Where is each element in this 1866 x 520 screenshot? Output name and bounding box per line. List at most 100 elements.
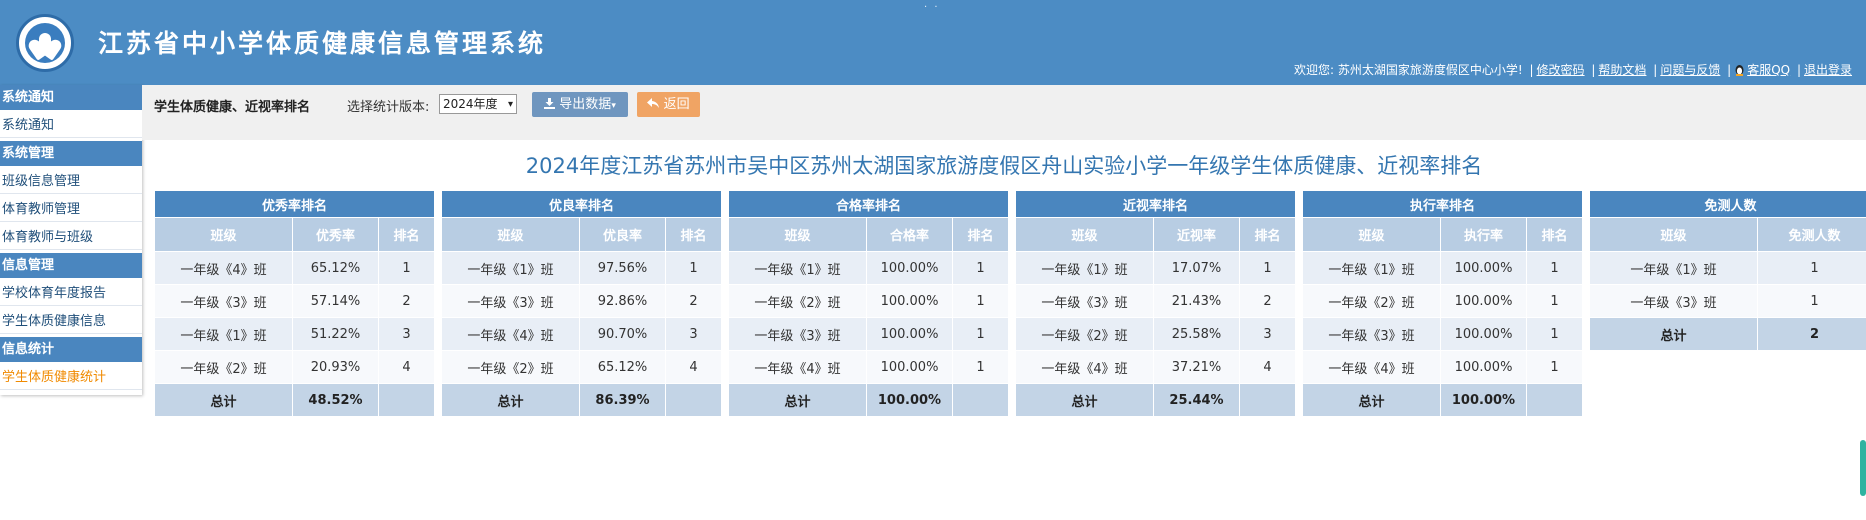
table-cell: 一年级《4》班 — [1302, 350, 1441, 384]
report-title: 2024年度江苏省苏州市吴中区苏州太湖国家旅游度假区舟山实验小学一年级学生体质健… — [525, 154, 1483, 178]
good-rate-table: 优良率排名 班级 优良率 排名 一年级《1》班 97.56% 1 一年级《3》班 92.86% 2… — [440, 190, 723, 417]
table-row: 一年级《3》班 21.43% 2 — [1015, 284, 1297, 318]
total-cell: 100.00% — [866, 383, 953, 417]
table-cell: 100.00% — [1440, 251, 1527, 285]
table-row: 一年级《1》班 1 — [1589, 251, 1866, 285]
sidebar-item-pe-teacher[interactable]: 体育教师管理 — [0, 197, 142, 222]
table-cell: 92.86% — [579, 284, 666, 318]
logout-link[interactable]: 退出登录 — [1804, 63, 1852, 77]
total-cell: 总计 — [728, 383, 867, 417]
column-header: 优良率 — [579, 217, 666, 252]
export-data-button[interactable]: 导出数据▾ — [532, 92, 628, 117]
table-cell: 3 — [1238, 317, 1297, 351]
nav-section-stats[interactable]: 信息统计 — [0, 337, 142, 362]
table-cell: 1 — [1756, 284, 1866, 318]
column-header: 优秀率 — [292, 217, 379, 252]
top-dots: · · — [924, 2, 940, 13]
table-caption: 优良率排名 — [440, 190, 723, 218]
table-cell: 一年级《3》班 — [441, 284, 580, 318]
table-cell: 一年级《2》班 — [441, 350, 580, 384]
table-cell: 一年级《2》班 — [728, 284, 867, 318]
version-label: 选择统计版本: — [347, 100, 430, 115]
back-arrow-icon — [647, 98, 660, 108]
table-row: 一年级《4》班 37.21% 4 — [1015, 350, 1297, 384]
table-cell: 一年级《3》班 — [1589, 284, 1758, 318]
table-cell: 一年级《3》班 — [1302, 317, 1441, 351]
table-cell: 21.43% — [1153, 284, 1240, 318]
table-row: 一年级《3》班 92.86% 2 — [441, 284, 723, 318]
version-select[interactable]: 2024年度 ▾ — [439, 94, 517, 114]
column-header: 近视率 — [1153, 217, 1240, 252]
table-cell: 4 — [664, 350, 723, 384]
total-cell: 48.52% — [292, 383, 379, 417]
total-cell — [664, 383, 723, 417]
sidebar-item-notice[interactable]: 系统通知 — [0, 113, 142, 138]
table-cell: 65.12% — [292, 251, 379, 285]
table-caption: 合格率排名 — [727, 190, 1010, 218]
table-row: 一年级《1》班 17.07% 1 — [1015, 251, 1297, 285]
column-header: 排名 — [664, 217, 723, 252]
sidebar-item-annual-report[interactable]: 学校体育年度报告 — [0, 281, 142, 306]
change-password-link[interactable]: 修改密码 — [1537, 63, 1585, 77]
help-docs-link[interactable]: 帮助文档 — [1598, 63, 1646, 77]
table-cell: 65.12% — [579, 350, 666, 384]
site-title: 江苏省中小学体质健康信息管理系统 — [98, 29, 547, 58]
total-cell: 100.00% — [1440, 383, 1527, 417]
table-cell: 97.56% — [579, 251, 666, 285]
table-cell: 一年级《3》班 — [1015, 284, 1154, 318]
table-cell: 100.00% — [866, 350, 953, 384]
customer-qq-link[interactable]: 客服QQ — [1747, 63, 1790, 77]
table-cell: 100.00% — [1440, 350, 1527, 384]
table-row: 一年级《3》班 1 — [1589, 284, 1866, 318]
table-cell: 100.00% — [1440, 284, 1527, 318]
table-cell: 3 — [377, 317, 436, 351]
column-header: 执行率 — [1440, 217, 1527, 252]
table-cell: 一年级《3》班 — [728, 317, 867, 351]
table-cell: 1 — [951, 350, 1010, 384]
sidebar-item-student-health[interactable]: 学生体质健康信息 — [0, 309, 142, 334]
table-cell: 90.70% — [579, 317, 666, 351]
table-cell: 2 — [1238, 284, 1297, 318]
column-header: 免测人数 — [1756, 217, 1866, 252]
total-row: 总计 86.39% — [441, 383, 723, 417]
table-cell: 一年级《2》班 — [1015, 317, 1154, 351]
table-row: 一年级《2》班 25.58% 3 — [1015, 317, 1297, 351]
table-row: 一年级《4》班 65.12% 1 — [154, 251, 436, 285]
table-cell: 4 — [1238, 350, 1297, 384]
table-cell: 一年级《4》班 — [154, 251, 293, 285]
top-header: 江苏省中小学体质健康信息管理系统 · · 欢迎您: 苏州太湖国家旅游度假区中心小… — [0, 0, 1866, 85]
table-cell: 一年级《3》班 — [154, 284, 293, 318]
qq-penguin-icon — [1735, 65, 1744, 76]
feedback-link[interactable]: 问题与反馈 — [1660, 63, 1720, 77]
column-header: 合格率 — [866, 217, 953, 252]
download-icon — [544, 98, 556, 109]
table-caption: 免测人数 — [1588, 190, 1866, 218]
table-cell: 37.21% — [1153, 350, 1240, 384]
system-logo — [16, 14, 74, 72]
table-cell: 100.00% — [1440, 317, 1527, 351]
total-cell: 总计 — [1302, 383, 1441, 417]
back-button[interactable]: 返回 — [637, 92, 700, 117]
execution-rate-table: 执行率排名 班级 执行率 排名 一年级《1》班 100.00% 1 一年级《2》班 100.00… — [1301, 190, 1584, 417]
table-row: 一年级《2》班 20.93% 4 — [154, 350, 436, 384]
table-cell: 一年级《1》班 — [728, 251, 867, 285]
total-cell: 86.39% — [579, 383, 666, 417]
total-cell: 总计 — [1589, 317, 1758, 351]
scroll-indicator[interactable] — [1860, 440, 1866, 496]
version-value: 2024年度 — [443, 97, 498, 111]
sidebar-item-health-stats[interactable]: 学生体质健康统计 — [0, 365, 142, 390]
table-cell: 一年级《1》班 — [1015, 251, 1154, 285]
sidebar: 系统通知 系统通知 系统管理 班级信息管理 体育教师管理 体育教师与班级 信息管… — [0, 85, 142, 395]
total-row: 总计 2 — [1589, 317, 1866, 351]
table-caption: 执行率排名 — [1301, 190, 1584, 218]
total-cell: 总计 — [441, 383, 580, 417]
nav-section-info[interactable]: 信息管理 — [0, 253, 142, 278]
column-header: 排名 — [1238, 217, 1297, 252]
total-row: 总计 100.00% — [728, 383, 1010, 417]
nav-section-notice[interactable]: 系统通知 — [0, 85, 142, 110]
column-header: 排名 — [1525, 217, 1584, 252]
sidebar-item-teacher-class[interactable]: 体育教师与班级 — [0, 225, 142, 250]
table-row: 一年级《4》班 100.00% 1 — [728, 350, 1010, 384]
table-cell: 一年级《4》班 — [1015, 350, 1154, 384]
total-cell: 总计 — [1015, 383, 1154, 417]
